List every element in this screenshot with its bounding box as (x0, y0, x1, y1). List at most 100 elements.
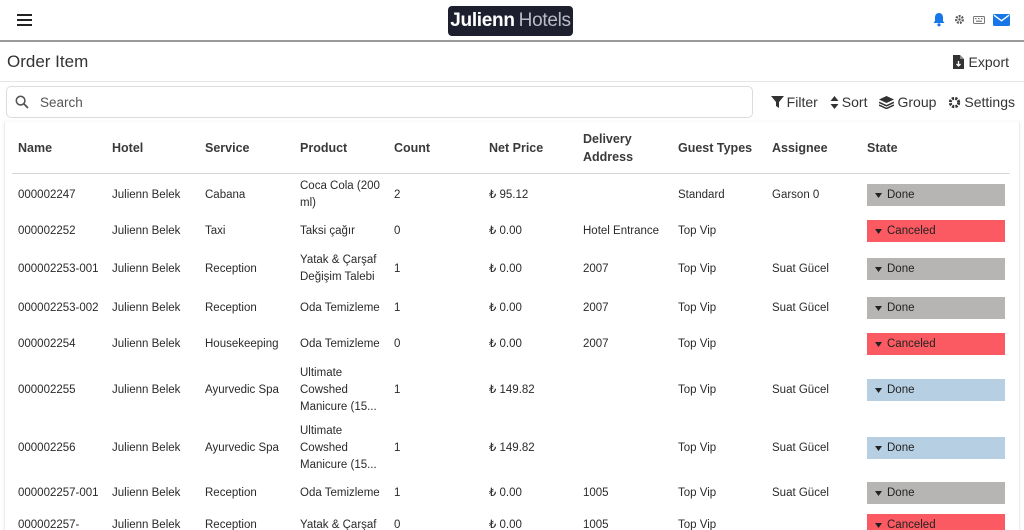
cell-name: 000002252 (18, 224, 76, 237)
table-row[interactable]: 000002247 Julienn Belek Cabana Coca Cola (2… (12, 178, 1010, 212)
cell-guest: Top Vip (678, 518, 717, 530)
bell-icon[interactable] (932, 12, 946, 27)
cell-count: 0 (394, 224, 401, 237)
caret-down-icon (875, 384, 882, 396)
cell-price: ₺ 0.00 (489, 518, 522, 530)
cell-name: 000002257-001 (18, 486, 99, 499)
cell-assignee: Suat Gücel (772, 301, 829, 314)
state-label: Done (887, 263, 915, 275)
group-button[interactable]: Group (879, 94, 936, 110)
cell-service: Reception (205, 486, 257, 499)
hamburger-icon[interactable] (17, 14, 32, 26)
export-label: Export (968, 54, 1009, 70)
cell-service: Reception (205, 518, 257, 530)
cell-name: 000002257- (18, 518, 80, 530)
column-header-hotel[interactable]: Hotel (112, 122, 202, 174)
filter-button[interactable]: Filter (770, 94, 818, 110)
cell-service: Housekeeping (205, 337, 279, 350)
cell-count: 1 (394, 441, 401, 454)
search-input[interactable] (40, 91, 740, 113)
cell-price: ₺ 0.00 (489, 262, 522, 275)
gear-icon[interactable] (954, 14, 965, 25)
keyboard-icon[interactable] (973, 15, 985, 24)
sort-icon (830, 95, 839, 109)
cell-product: Oda Temizleme (300, 486, 380, 499)
table-row[interactable]: 000002253-001 Julienn Belek Reception Yatak… (12, 250, 1010, 288)
cell-address: Hotel Entrance (583, 224, 660, 237)
state-dropdown[interactable]: Done (867, 258, 1005, 280)
cell-hotel: Julienn Belek (112, 441, 181, 454)
state-dropdown[interactable]: Done (867, 482, 1005, 504)
cell-name: 000002253-001 (18, 262, 99, 275)
settings-button[interactable]: Settings (948, 94, 1015, 110)
cell-product: Oda Temizleme (300, 337, 380, 350)
column-header-delivery-address[interactable]: Delivery Address (583, 122, 643, 174)
caret-down-icon (875, 338, 882, 350)
group-label: Group (897, 94, 937, 110)
column-header-state[interactable]: State (867, 122, 957, 174)
cell-hotel: Julienn Belek (112, 486, 181, 499)
cell-name: 000002254 (18, 337, 76, 350)
cell-service: Reception (205, 301, 257, 314)
cell-address (583, 178, 675, 212)
cell-product: Taksi çağır (300, 224, 355, 237)
cell-count: 1 (394, 486, 401, 499)
column-header-guest-types[interactable]: Guest Types (678, 122, 768, 174)
column-header-assignee[interactable]: Assignee (772, 122, 862, 174)
cell-service: Ayurvedic Spa (205, 383, 279, 396)
state-dropdown[interactable]: Done (867, 379, 1005, 401)
caret-down-icon (875, 519, 882, 530)
state-label: Done (887, 302, 915, 314)
cell-count: 1 (394, 301, 401, 314)
state-dropdown[interactable]: Done (867, 437, 1005, 459)
cell-guest: Top Vip (678, 486, 717, 499)
column-header-net-price[interactable]: Net Price (489, 122, 579, 174)
cell-hotel: Julienn Belek (112, 188, 181, 201)
brand-logo[interactable]: Julienn Hotels (448, 6, 573, 36)
header-actions (932, 12, 1010, 27)
column-header-service[interactable]: Service (205, 122, 295, 174)
state-label: Canceled (887, 225, 936, 237)
table-row[interactable]: 000002253-002 Julienn Belek Reception Oda T… (12, 290, 1010, 326)
cell-product: Ultimate Cowshed Manicure (15... (300, 366, 377, 413)
caret-down-icon (875, 442, 882, 454)
cell-assignee: Suat Gücel (772, 262, 829, 275)
table-row[interactable]: 000002254 Julienn Belek Housekeeping Oda Te… (12, 328, 1010, 360)
state-dropdown[interactable]: Canceled (867, 220, 1005, 242)
cell-hotel: Julienn Belek (112, 383, 181, 396)
title-row: Order Item Export (0, 44, 1024, 82)
sort-button[interactable]: Sort (830, 94, 867, 110)
column-header-count[interactable]: Count (394, 122, 484, 174)
caret-down-icon (875, 302, 882, 314)
state-dropdown[interactable]: Done (867, 297, 1005, 319)
cell-address (583, 362, 675, 418)
column-header-product[interactable]: Product (300, 122, 390, 174)
filter-label: Filter (786, 94, 818, 110)
state-label: Done (887, 384, 915, 396)
cell-count: 1 (394, 383, 401, 396)
cell-assignee: Suat Gücel (772, 441, 829, 454)
filter-icon (770, 96, 784, 108)
page-title: Order Item (7, 52, 89, 71)
mail-icon[interactable] (993, 13, 1010, 26)
cell-price: ₺ 95.12 (489, 188, 529, 201)
cell-name: 000002253-002 (18, 301, 99, 314)
cell-product: Ultimate Cowshed Manicure (15... (300, 424, 377, 471)
table-row[interactable]: 000002257-001 Julienn Belek Reception Oda T… (12, 478, 1010, 508)
state-label: Done (887, 487, 915, 499)
state-dropdown[interactable]: Canceled (867, 333, 1005, 355)
table-row[interactable]: 000002257- Julienn Belek Reception Yatak & … (12, 510, 1010, 530)
caret-down-icon (875, 263, 882, 275)
table-row[interactable]: 000002252 Julienn Belek Taxi Taksi çağır 0 ₺ … (12, 214, 1010, 248)
column-header-name[interactable]: Name (18, 122, 108, 174)
table-row[interactable]: 000002256 Julienn Belek Ayurvedic Spa Ultim… (12, 420, 1010, 476)
state-dropdown[interactable]: Done (867, 184, 1005, 206)
cell-hotel: Julienn Belek (112, 262, 181, 275)
table-row[interactable]: 000002255 Julienn Belek Ayurvedic Spa Ultim… (12, 362, 1010, 418)
cell-guest: Top Vip (678, 441, 717, 454)
export-button[interactable]: Export (952, 54, 1009, 70)
cell-count: 0 (394, 337, 401, 350)
cell-address (583, 420, 675, 476)
cell-address: 1005 (583, 486, 609, 499)
state-dropdown[interactable]: Canceled (867, 514, 1005, 530)
